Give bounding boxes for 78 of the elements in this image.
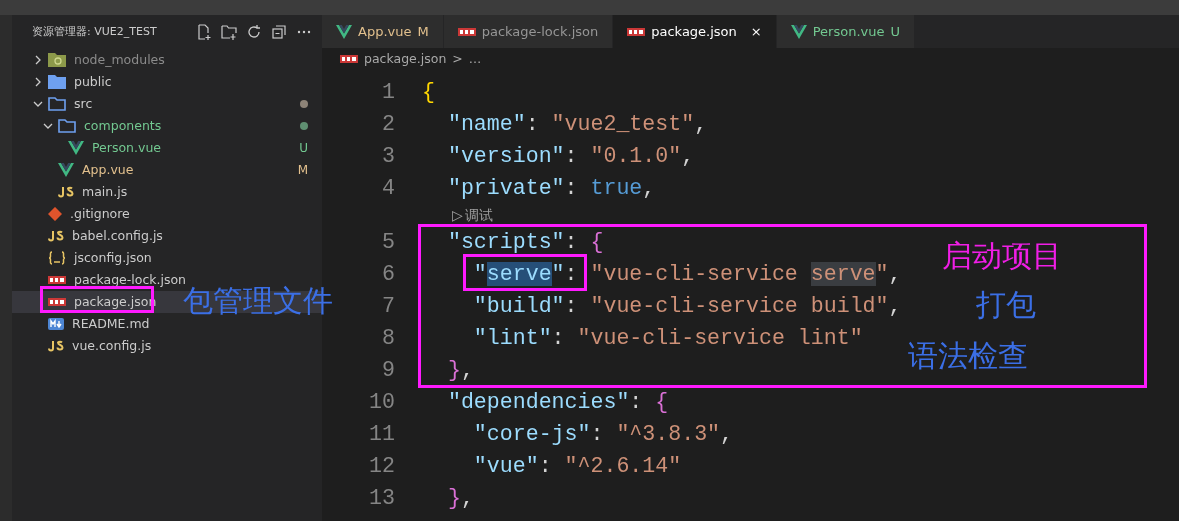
npm-icon bbox=[627, 27, 646, 36]
git-status-label: U bbox=[890, 22, 900, 41]
folder-icon bbox=[48, 53, 66, 67]
folder-icon bbox=[48, 75, 66, 89]
breadcrumb-item[interactable]: package.json bbox=[364, 49, 447, 69]
annotation-text: 启动项目 bbox=[942, 241, 1062, 271]
git-status-label: M bbox=[417, 22, 429, 41]
file-tree-item[interactable]: App.vue bbox=[42, 160, 134, 180]
line-number: 3 bbox=[381, 142, 395, 170]
code-line: }, bbox=[446, 484, 474, 512]
code-line: { bbox=[422, 78, 435, 106]
line-number: 10 bbox=[368, 388, 395, 416]
vue-logo-icon bbox=[336, 24, 352, 39]
line-number: 12 bbox=[368, 452, 395, 480]
breadcrumb-separator: > bbox=[452, 49, 463, 68]
file-tree-item[interactable]: Person.vue bbox=[52, 138, 161, 158]
code-line: "build": "vue-cli-service build", bbox=[472, 292, 902, 320]
diamond-icon bbox=[48, 207, 62, 221]
braces-icon bbox=[48, 251, 66, 265]
file-tree-item[interactable]: .gitignore bbox=[32, 204, 130, 224]
line-number: 5 bbox=[381, 228, 395, 256]
code-line: "core-js": "^3.8.3", bbox=[472, 420, 734, 448]
file-tree-item[interactable]: vue.config.js bbox=[32, 336, 152, 356]
js-icon bbox=[58, 186, 74, 198]
line-number: 7 bbox=[381, 292, 395, 320]
code-line: "vue": "^2.6.14" bbox=[472, 452, 682, 480]
code-line: "serve": "vue-cli-service serve", bbox=[472, 260, 902, 288]
line-number: 4 bbox=[381, 174, 395, 202]
breadcrumb-item[interactable]: … bbox=[468, 49, 482, 69]
code-line: "lint": "vue-cli-service lint" bbox=[472, 324, 863, 352]
code-line: "private": true, bbox=[446, 174, 656, 202]
folder-icon bbox=[58, 119, 76, 133]
collapse-icon[interactable] bbox=[271, 24, 287, 40]
vue-logo-icon bbox=[790, 24, 807, 39]
line-number: 11 bbox=[368, 420, 395, 448]
line-number: 8 bbox=[381, 324, 395, 352]
folder-icon bbox=[48, 97, 66, 111]
npm-icon bbox=[340, 55, 358, 63]
new-file-icon[interactable] bbox=[196, 24, 212, 40]
editor-tab[interactable]: App.vue M bbox=[322, 15, 444, 48]
editor-tab[interactable]: package-lock.json bbox=[443, 15, 614, 48]
file-tree-item[interactable]: components bbox=[42, 116, 162, 136]
annotation-text: 打包 bbox=[976, 290, 1036, 320]
code-line: }, bbox=[446, 356, 474, 384]
file-tree-item[interactable]: node_modules bbox=[32, 50, 165, 70]
vue-logo-icon bbox=[58, 163, 74, 177]
code-line: "name": "vue2_test", bbox=[446, 110, 708, 138]
line-number: 2 bbox=[381, 110, 395, 138]
git-status-label: M bbox=[297, 162, 308, 179]
code-line: "scripts": { bbox=[446, 228, 604, 256]
editor-tab[interactable]: package.json × bbox=[613, 15, 777, 48]
line-number: 6 bbox=[381, 260, 395, 288]
line-number: 9 bbox=[381, 356, 395, 384]
editor-tab[interactable]: Person.vue U bbox=[776, 15, 915, 48]
explorer-title: 资源管理器: VUE2_TEST bbox=[32, 23, 157, 40]
file-tree-item[interactable]: main.js bbox=[42, 182, 128, 202]
refresh-icon[interactable] bbox=[246, 24, 262, 40]
code-line: "version": "0.1.0", bbox=[446, 142, 695, 170]
line-number: 1 bbox=[381, 78, 395, 106]
file-tree-item[interactable]: public bbox=[32, 72, 112, 92]
codelens-link[interactable]: ▷调试 bbox=[452, 204, 493, 226]
code-line: "dependencies": { bbox=[446, 388, 669, 416]
new-folder-icon[interactable] bbox=[221, 24, 237, 40]
line-number: 13 bbox=[368, 484, 395, 512]
js-icon bbox=[48, 340, 64, 352]
vue-logo-icon bbox=[68, 141, 84, 155]
annotation-text: 语法检查 bbox=[908, 341, 1028, 371]
close-button[interactable]: × bbox=[750, 21, 762, 42]
js-icon bbox=[48, 230, 64, 242]
npm-icon bbox=[457, 27, 476, 36]
file-tree-item[interactable]: README.md bbox=[32, 314, 150, 334]
markdown-icon bbox=[48, 318, 64, 330]
npm-icon bbox=[48, 298, 66, 306]
git-status-label: U bbox=[299, 140, 308, 157]
npm-icon bbox=[48, 276, 66, 284]
file-tree-item[interactable]: src bbox=[32, 94, 93, 114]
file-tree-item[interactable]: babel.config.js bbox=[32, 226, 163, 246]
file-tree-item[interactable]: jsconfig.json bbox=[32, 248, 152, 268]
